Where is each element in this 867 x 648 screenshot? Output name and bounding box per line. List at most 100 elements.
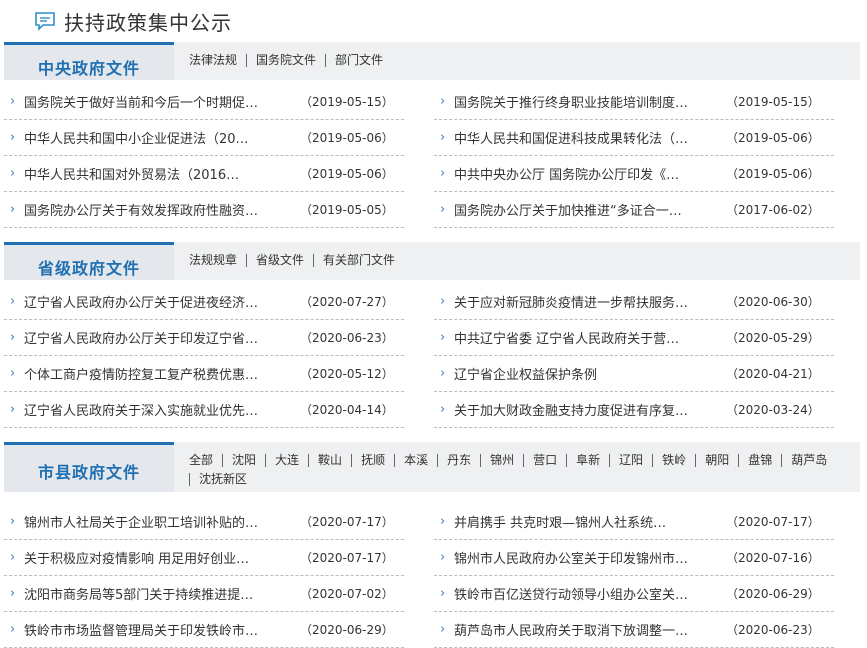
list-item[interactable]: › 辽宁省企业权益保护条例 （2020-04-21） (434, 356, 834, 392)
document-title-link[interactable]: 铁岭市市场监督管理局关于印发铁岭市… (24, 620, 282, 639)
chevron-right-icon: › (440, 402, 446, 417)
document-date: （2020-06-23） (726, 623, 820, 637)
document-date: （2020-05-12） (300, 367, 394, 381)
list-item[interactable]: › 中华人民共和国中小企业促进法（20… （2019-05-06） (4, 120, 404, 156)
list-item[interactable]: › 个体工商户疫情防控复工复产税费优惠… （2020-05-12） (4, 356, 404, 392)
document-date: （2020-07-16） (726, 551, 820, 565)
category-link[interactable]: 辽阳 (609, 454, 652, 467)
document-title-link[interactable]: 中共中央办公厅 国务院办公厅印发《… (454, 164, 712, 183)
list-item[interactable]: › 关于加大财政金融支持力度促进有序复… （2020-03-24） (434, 392, 834, 428)
list-item[interactable]: › 辽宁省人民政府办公厅关于促进夜经济… （2020-07-27） (4, 284, 404, 320)
category-link[interactable]: 法规规章 (189, 254, 246, 267)
document-title-link[interactable]: 国务院办公厅关于加快推进“多证合一… (454, 200, 712, 219)
document-title-link[interactable]: 国务院关于做好当前和今后一个时期促… (24, 92, 282, 111)
category-link[interactable]: 丹东 (437, 454, 480, 467)
list-item[interactable]: › 辽宁省人民政府办公厅关于印发辽宁省… （2020-06-23） (4, 320, 404, 356)
section-header-bar: 市县政府文件 全部 沈阳 大连 鞍山 抚顺 本溪 丹东 锦州 营口 阜新 辽阳 铁岭 朝阳 盘锦 葫芦岛沈抚新… (4, 442, 860, 492)
category-link[interactable]: 鞍山 (308, 454, 351, 467)
list-item[interactable]: › 中共中央办公厅 国务院办公厅印发《… （2019-05-06） (434, 156, 834, 192)
category-link[interactable]: 法律法规 (189, 54, 246, 67)
category-link[interactable]: 沈阳 (222, 454, 265, 467)
section-title: 中央政府文件 (38, 59, 141, 78)
page-title: 扶持政策集中公示 (64, 10, 232, 35)
category-link[interactable]: 抚顺 (351, 454, 394, 467)
chevron-right-icon: › (440, 622, 446, 637)
list-item[interactable]: › 葫芦岛市人民政府关于取消下放调整一… （2020-06-23） (434, 612, 834, 648)
category-link[interactable]: 铁岭 (652, 454, 695, 467)
document-date: （2020-04-14） (300, 403, 394, 417)
section-title: 市县政府文件 (38, 463, 141, 482)
document-date: （2020-03-24） (726, 403, 820, 417)
document-title-link[interactable]: 关于积极应对疫情影响 用足用好创业… (24, 548, 282, 567)
chevron-right-icon: › (10, 366, 16, 381)
category-link[interactable]: 有关部门文件 (313, 254, 404, 267)
list-item[interactable]: › 国务院关于推行终身职业技能培训制度… （2019-05-15） (434, 84, 834, 120)
document-title-link[interactable]: 葫芦岛市人民政府关于取消下放调整一… (454, 620, 712, 639)
list-item[interactable]: › 辽宁省人民政府关于深入实施就业优先… （2020-04-14） (4, 392, 404, 428)
document-title-link[interactable]: 并肩携手 共克时艰—锦州人社系统… (454, 512, 712, 531)
category-link[interactable]: 阜新 (566, 454, 609, 467)
section-title: 省级政府文件 (38, 259, 141, 278)
category-link[interactable]: 锦州 (480, 454, 523, 467)
document-title-link[interactable]: 中共辽宁省委 辽宁省人民政府关于营… (454, 328, 712, 347)
chevron-right-icon: › (10, 514, 16, 529)
document-date: （2019-05-06） (300, 167, 394, 181)
list-item[interactable]: › 锦州市人民政府办公室关于印发锦州市… （2020-07-16） (434, 540, 834, 576)
section-tab[interactable]: 市县政府文件 (4, 442, 174, 492)
document-title-link[interactable]: 个体工商户疫情防控复工复产税费优惠… (24, 364, 282, 383)
category-link[interactable]: 国务院文件 (246, 54, 325, 67)
list-item[interactable]: › 国务院办公厅关于加快推进“多证合一… （2017-06-02） (434, 192, 834, 228)
document-title-link[interactable]: 辽宁省人民政府办公厅关于促进夜经济… (24, 292, 282, 311)
section-tab[interactable]: 中央政府文件 (4, 42, 174, 80)
document-date: （2019-05-05） (300, 203, 394, 217)
list-item[interactable]: › 关于积极应对疫情影响 用足用好创业… （2020-07-17） (4, 540, 404, 576)
document-title-link[interactable]: 锦州市人社局关于企业职工培训补贴的… (24, 512, 282, 531)
section-tab[interactable]: 省级政府文件 (4, 242, 174, 280)
list-item[interactable]: › 沈阳市商务局等5部门关于持续推进提… （2020-07-02） (4, 576, 404, 612)
category-link[interactable]: 全部 (189, 454, 222, 467)
category-link[interactable]: 本溪 (394, 454, 437, 467)
document-title-link[interactable]: 辽宁省人民政府关于深入实施就业优先… (24, 400, 282, 419)
chevron-right-icon: › (10, 202, 16, 217)
list-item[interactable]: › 中华人民共和国对外贸易法（2016… （2019-05-06） (4, 156, 404, 192)
document-date: （2020-04-21） (726, 367, 820, 381)
document-title-link[interactable]: 中华人民共和国中小企业促进法（20… (24, 128, 282, 147)
list-item[interactable]: › 中共辽宁省委 辽宁省人民政府关于营… （2020-05-29） (434, 320, 834, 356)
chevron-right-icon: › (440, 586, 446, 601)
document-title-link[interactable]: 国务院办公厅关于有效发挥政府性融资… (24, 200, 282, 219)
chevron-right-icon: › (10, 402, 16, 417)
document-title-link[interactable]: 沈阳市商务局等5部门关于持续推进提… (24, 584, 282, 603)
list-item[interactable]: › 中华人民共和国促进科技成果转化法（… （2019-05-06） (434, 120, 834, 156)
list-item[interactable]: › 国务院关于做好当前和今后一个时期促… （2019-05-15） (4, 84, 404, 120)
category-link[interactable]: 盘锦 (738, 454, 781, 467)
document-title-link[interactable]: 关于加大财政金融支持力度促进有序复… (454, 400, 712, 419)
document-title-link[interactable]: 锦州市人民政府办公室关于印发锦州市… (454, 548, 712, 567)
document-title-link[interactable]: 中华人民共和国对外贸易法（2016… (24, 164, 282, 183)
document-title-link[interactable]: 辽宁省企业权益保护条例 (454, 364, 712, 383)
list-item[interactable]: › 关于应对新冠肺炎疫情进一步帮扶服务… （2020-06-30） (434, 284, 834, 320)
category-link[interactable]: 省级文件 (246, 254, 313, 267)
document-date: （2020-07-17） (300, 515, 394, 529)
document-date: （2019-05-06） (300, 131, 394, 145)
chevron-right-icon: › (440, 514, 446, 529)
category-link[interactable]: 朝阳 (695, 454, 738, 467)
document-title-link[interactable]: 关于应对新冠肺炎疫情进一步帮扶服务… (454, 292, 712, 311)
category-link[interactable]: 大连 (265, 454, 308, 467)
chevron-right-icon: › (10, 294, 16, 309)
list-item[interactable]: › 并肩携手 共克时艰—锦州人社系统… （2020-07-17） (434, 504, 834, 540)
document-title-link[interactable]: 辽宁省人民政府办公厅关于印发辽宁省… (24, 328, 282, 347)
document-date: （2020-07-02） (300, 587, 394, 601)
category-link[interactable]: 营口 (523, 454, 566, 467)
document-title-link[interactable]: 铁岭市百亿送贷行动领导小组办公室关… (454, 584, 712, 603)
category-link[interactable]: 葫芦岛 (781, 454, 836, 467)
document-date: （2019-05-15） (726, 95, 820, 109)
list-item[interactable]: › 铁岭市市场监督管理局关于印发铁岭市… （2020-06-29） (4, 612, 404, 648)
list-item[interactable]: › 国务院办公厅关于有效发挥政府性融资… （2019-05-05） (4, 192, 404, 228)
list-item[interactable]: › 铁岭市百亿送贷行动领导小组办公室关… （2020-06-29） (434, 576, 834, 612)
document-title-link[interactable]: 中华人民共和国促进科技成果转化法（… (454, 128, 712, 147)
chevron-right-icon: › (440, 330, 446, 345)
category-link[interactable]: 沈抚新区 (189, 473, 256, 486)
category-link[interactable]: 部门文件 (325, 54, 392, 67)
list-item[interactable]: › 锦州市人社局关于企业职工培训补贴的… （2020-07-17） (4, 504, 404, 540)
document-title-link[interactable]: 国务院关于推行终身职业技能培训制度… (454, 92, 712, 111)
